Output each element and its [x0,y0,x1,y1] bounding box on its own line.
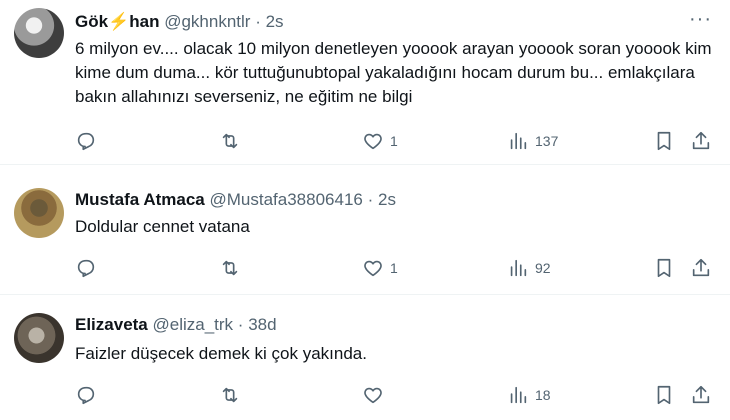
tweet-actions: 1 92 [75,256,715,280]
tweet-text: Faizler düşecek demek ki çok yakında. [75,344,367,363]
retweet-icon [222,387,238,403]
views-button[interactable]: 137 [507,129,558,153]
tweet-text: 6 milyon ev.... olacak 10 milyon denetle… [75,39,712,106]
bookmark-button[interactable] [653,129,675,153]
view-count: 137 [535,133,559,149]
views-icon [510,259,527,277]
timestamp[interactable]: 2s [378,190,396,209]
lightning-icon: ⚡ [108,12,130,31]
tweet[interactable]: Elizaveta @eliza_trk · 38d Faizler düşec… [0,295,730,420]
heart-icon [364,260,382,277]
like-button[interactable] [362,383,384,407]
tweet-header: Gök⚡han @gkhnkntlr · 2s [75,12,284,32]
reply-button[interactable] [75,256,97,280]
like-count: 1 [390,133,398,149]
avatar[interactable] [14,188,64,238]
share-button[interactable] [690,383,712,407]
handle[interactable]: @eliza_trk [153,315,234,334]
reply-button[interactable] [75,129,97,153]
heart-icon [364,387,382,404]
tweet-text: Doldular cennet vatana [75,217,250,236]
tweet-header: Elizaveta @eliza_trk · 38d [75,315,277,335]
reply-icon [77,259,95,278]
tweet-actions: 1 137 [75,129,715,153]
display-name[interactable]: Mustafa Atmaca [75,190,205,209]
display-name[interactable]: Elizaveta [75,315,148,334]
avatar[interactable] [14,8,64,58]
share-icon [692,385,710,404]
timestamp[interactable]: 38d [248,315,276,334]
views-button[interactable]: 92 [507,256,551,280]
reply-icon [77,132,95,151]
retweet-button[interactable] [219,383,241,407]
like-button[interactable]: 1 [362,256,398,280]
reply-button[interactable] [75,383,97,407]
timestamp[interactable]: 2s [266,12,284,31]
heart-icon [364,133,382,150]
bookmark-button[interactable] [653,383,675,407]
handle[interactable]: @gkhnkntlr [164,12,250,31]
bookmark-icon [657,385,671,405]
bookmark-icon [657,258,671,278]
view-count: 18 [535,387,551,403]
more-options-icon[interactable]: ··· [689,8,712,31]
bookmark-icon [657,131,671,151]
bookmark-button[interactable] [653,256,675,280]
tweet[interactable]: Gök⚡han @gkhnkntlr · 2s ··· 6 milyon ev.… [0,0,730,165]
view-count: 92 [535,260,551,276]
retweet-button[interactable] [219,129,241,153]
display-name-part[interactable]: Gök [75,12,108,31]
retweet-button[interactable] [219,256,241,280]
views-icon [510,132,527,150]
share-button[interactable] [690,129,712,153]
share-icon [692,131,710,150]
separator: · [367,190,374,209]
retweet-icon [222,133,238,149]
display-name-part[interactable]: han [129,12,159,31]
separator: · [237,315,244,334]
retweet-icon [222,260,238,276]
tweet-actions: 18 [75,383,715,407]
avatar[interactable] [14,313,64,363]
separator: · [255,12,261,31]
tweet[interactable]: Mustafa Atmaca @Mustafa38806416 · 2s Dol… [0,165,730,295]
views-button[interactable]: 18 [507,383,551,407]
like-count: 1 [390,260,398,276]
share-icon [692,258,710,277]
like-button[interactable]: 1 [362,129,398,153]
share-button[interactable] [690,256,712,280]
display-name[interactable]: Gök⚡han [75,12,159,31]
views-icon [510,386,527,404]
reply-icon [77,386,95,405]
tweet-header: Mustafa Atmaca @Mustafa38806416 · 2s [75,190,396,210]
handle[interactable]: @Mustafa38806416 [209,190,362,209]
